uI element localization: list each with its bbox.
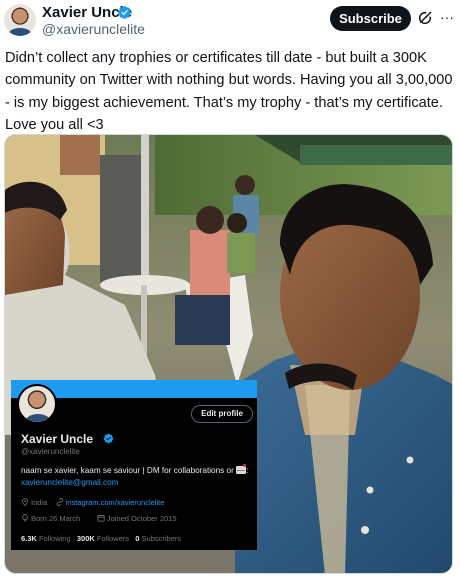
- bio-text: naam se xavier, kaam se saviour | DM for…: [21, 466, 234, 475]
- followers-count[interactable]: 300K: [77, 534, 95, 543]
- calendar-icon: [97, 515, 105, 522]
- author-handle[interactable]: @xavierunclelite: [42, 21, 145, 38]
- location-pin-icon: [22, 498, 28, 506]
- subscribers-label[interactable]: Subscribers: [142, 534, 182, 543]
- following-count[interactable]: 6.3K: [21, 534, 37, 543]
- subscribe-button[interactable]: Subscribe: [330, 6, 411, 31]
- tweet-media[interactable]: Edit profile Xavier Uncle @xavieruncleli…: [4, 134, 453, 574]
- profile-bio: naam se xavier, kaam se saviour | DM for…: [21, 464, 249, 487]
- grok-icon[interactable]: [417, 10, 433, 26]
- profile-card: Edit profile Xavier Uncle @xavieruncleli…: [11, 380, 257, 550]
- balloon-icon: [22, 514, 28, 522]
- profile-location: India: [31, 498, 48, 507]
- profile-stats: 6.3K Following 300K Followers 0 Subscrib…: [21, 534, 181, 544]
- following-label[interactable]: Following: [39, 534, 71, 543]
- profile-handle: @xavierunclelite: [21, 447, 80, 456]
- profile-meta-row-2: Born 26 March Joined October 2015: [21, 514, 177, 524]
- more-icon[interactable]: ···: [440, 10, 454, 26]
- profile-meta-row-1: India instagram.com/xavierunclelite: [21, 498, 164, 508]
- mail-icon: [236, 464, 247, 474]
- profile-avatar: [17, 384, 57, 424]
- followers-label[interactable]: Followers: [97, 534, 129, 543]
- subscribers-count[interactable]: 0: [135, 534, 139, 543]
- profile-website-link[interactable]: instagram.com/xavierunclelite: [66, 498, 165, 507]
- verified-badge-icon: [118, 6, 131, 19]
- author-avatar[interactable]: [4, 4, 36, 36]
- profile-joined: Joined October 2015: [106, 514, 177, 523]
- edit-profile-button[interactable]: Edit profile: [191, 405, 253, 423]
- profile-born: Born 26 March: [31, 514, 81, 523]
- profile-name: Xavier Uncle: [21, 432, 94, 446]
- link-icon: [56, 498, 63, 506]
- bio-email-link[interactable]: xavierunclelite@gmail.com: [21, 478, 119, 487]
- tweet-header: Xavier Uncle @xavierunclelite Subscribe …: [0, 0, 460, 44]
- tweet-text: Didn’t collect any trophies or certifica…: [5, 50, 453, 133]
- verified-badge-icon: [103, 433, 114, 444]
